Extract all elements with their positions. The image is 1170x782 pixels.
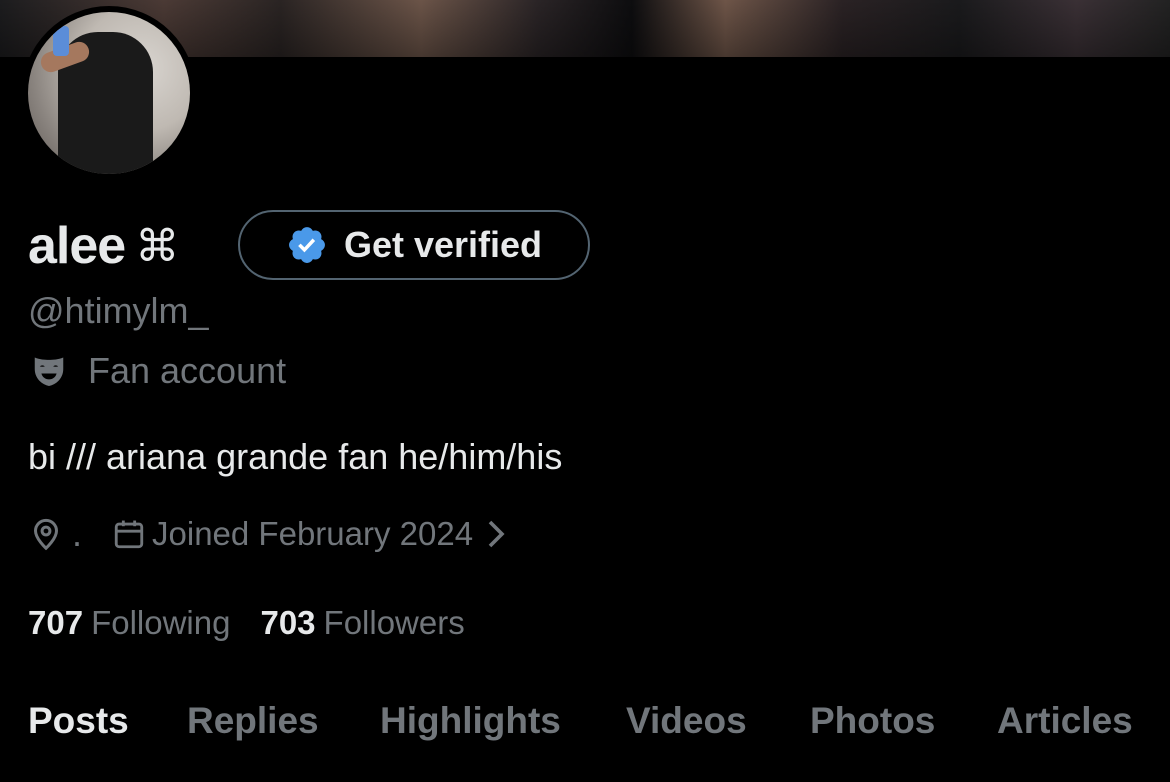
- followers-label: Followers: [323, 604, 465, 641]
- location-pin-icon: [33, 518, 59, 551]
- tab-videos[interactable]: Videos: [626, 700, 747, 742]
- following-link[interactable]: 707 Following: [28, 604, 230, 642]
- followers-link[interactable]: 703 Followers: [260, 604, 464, 642]
- get-verified-label: Get verified: [343, 224, 543, 265]
- category-label: Fan account: [88, 350, 287, 391]
- joined-date[interactable]: Joined February 2024: [152, 515, 473, 553]
- following-count: 707: [28, 604, 84, 641]
- display-name: alee: [28, 217, 126, 275]
- tab-photos[interactable]: Photos: [810, 700, 935, 742]
- follow-stats: 707 Following 703 Followers: [28, 600, 465, 646]
- verified-badge-icon: [289, 227, 325, 263]
- followers-count: 703: [260, 604, 316, 641]
- profile-tabs: Posts Replies Highlights Videos Photos A…: [0, 700, 1170, 760]
- avatar[interactable]: [22, 6, 196, 180]
- calendar-icon: [114, 520, 144, 549]
- tab-replies[interactable]: Replies: [187, 700, 319, 742]
- theater-mask-icon: [34, 357, 64, 387]
- avatar-photo: [28, 12, 190, 174]
- profile-category: Fan account: [30, 348, 286, 394]
- name-row: alee ⌘: [28, 212, 179, 280]
- avatar-phone: [53, 26, 69, 56]
- tab-posts[interactable]: Posts: [28, 700, 129, 742]
- profile-bio: bi /// ariana grande fan he/him/his: [28, 436, 563, 477]
- tab-highlights[interactable]: Highlights: [380, 700, 561, 742]
- profile-meta: . Joined February 2024: [28, 510, 507, 558]
- get-verified-button[interactable]: Get verified: [238, 210, 590, 280]
- name-symbol: ⌘: [135, 220, 180, 272]
- user-handle: @htimylm_: [28, 290, 209, 331]
- profile-page: alee ⌘ Get verified @htimylm_ Fan accoun…: [0, 0, 1170, 782]
- following-label: Following: [91, 604, 231, 641]
- location-text: .: [72, 513, 83, 554]
- tab-articles[interactable]: Articles: [997, 700, 1133, 742]
- chevron-right-icon[interactable]: [485, 519, 507, 549]
